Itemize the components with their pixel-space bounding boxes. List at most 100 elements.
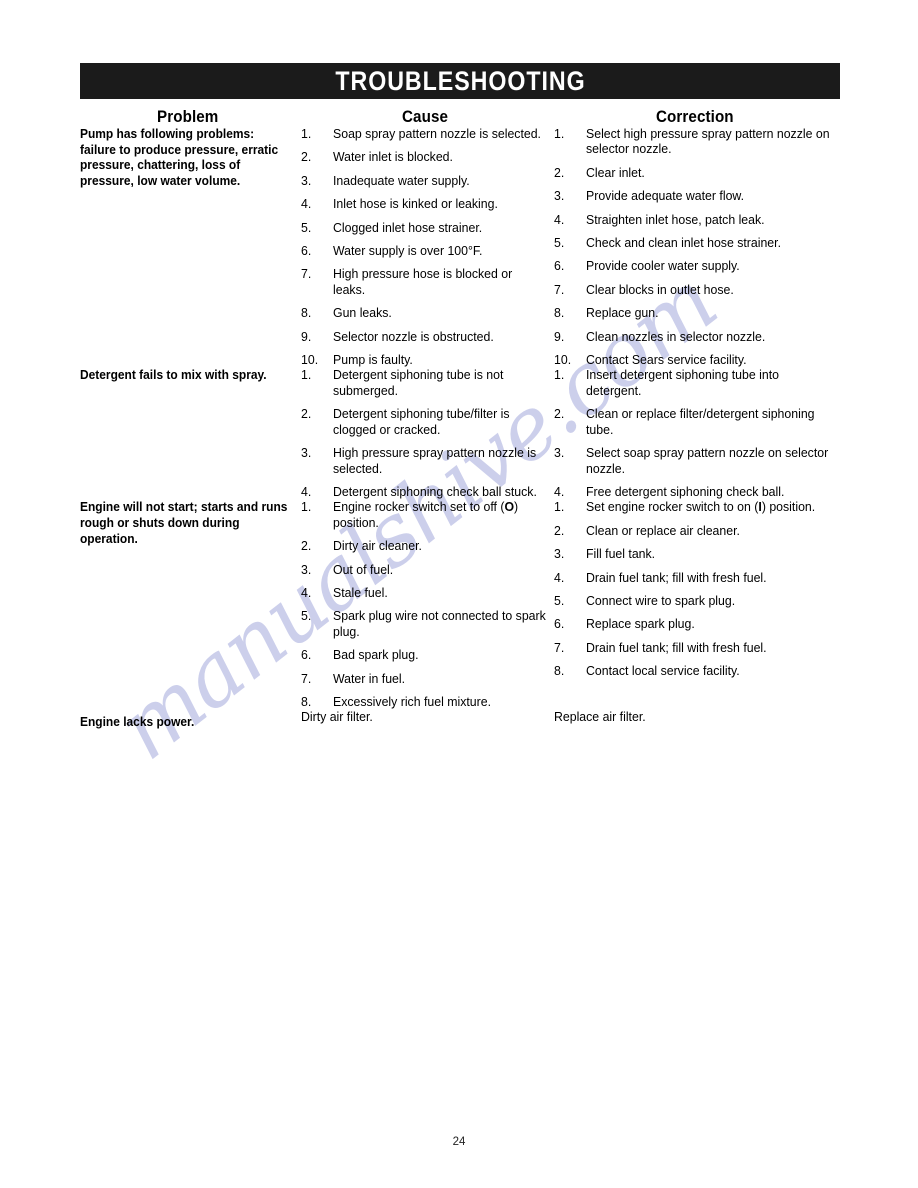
list-item-number: 1. bbox=[554, 368, 565, 383]
list-item-text: High pressure hose is blocked or leaks. bbox=[333, 267, 513, 297]
list-item: 1. Insert detergent siphoning tube into d… bbox=[554, 368, 833, 399]
list-item-text: Clean or replace filter/detergent siphon… bbox=[586, 407, 815, 437]
list-item-text: Replace spark plug. bbox=[586, 617, 695, 632]
list-item-number: 8. bbox=[301, 694, 312, 709]
list-item-text: Stale fuel. bbox=[333, 585, 388, 600]
column-header-cause-label: Cause bbox=[402, 108, 449, 126]
list-item-text: Dirty air cleaner. bbox=[333, 539, 422, 554]
list-item: 10. Pump is faulty. bbox=[301, 353, 546, 368]
list-item-text: Select high pressure spray pattern nozzl… bbox=[586, 127, 830, 157]
problem-cell: Engine lacks power. bbox=[80, 710, 301, 731]
list-item-number: 2. bbox=[554, 523, 565, 538]
list-item-text: Set engine rocker switch to on (I) posit… bbox=[586, 500, 816, 515]
cause-cell: 1. Soap spray pattern nozzle is selected.… bbox=[301, 127, 554, 368]
list-item-text: Connect wire to spark plug. bbox=[586, 593, 736, 608]
list-item: 2. Clean or replace air cleaner. bbox=[554, 524, 833, 539]
list-item-text: Drain fuel tank; fill with fresh fuel. bbox=[586, 640, 767, 655]
list-item-text: Clear blocks in outlet hose. bbox=[586, 282, 734, 297]
list-item-number: 6. bbox=[554, 617, 565, 632]
list-item-number: 4. bbox=[301, 197, 312, 212]
list-item: 1. Detergent siphoning tube is not submer… bbox=[301, 368, 546, 399]
cause-cell: 1. Detergent siphoning tube is not submer… bbox=[301, 368, 554, 500]
table-body: Pump has following problems: failure to … bbox=[80, 127, 842, 731]
list-item-number: 5. bbox=[554, 593, 565, 608]
table-row: Engine lacks power. Dirty air filter. Repl… bbox=[80, 710, 842, 731]
list-item: 7. High pressure hose is blocked or leaks… bbox=[301, 267, 546, 298]
list-item-text: Gun leaks. bbox=[333, 306, 392, 321]
list-item-text: Straighten inlet hose, patch leak. bbox=[586, 212, 765, 227]
section-title-banner: TROUBLESHOOTING bbox=[80, 63, 840, 99]
column-header-correction-label: Correction bbox=[655, 108, 734, 126]
list-item-number: 2. bbox=[301, 150, 312, 165]
list-item-number: 8. bbox=[301, 306, 312, 321]
list-item: 4. Inlet hose is kinked or leaking. bbox=[301, 197, 546, 212]
problem-cell: Pump has following problems: failure to … bbox=[80, 127, 301, 368]
list-item: 8. Excessively rich fuel mixture. bbox=[301, 695, 546, 710]
list-item-number: 1. bbox=[301, 127, 312, 141]
table-row: Pump has following problems: failure to … bbox=[80, 127, 842, 368]
list-item-text: Drain fuel tank; fill with fresh fuel. bbox=[586, 570, 767, 585]
list-item-text: Detergent siphoning tube is not submerge… bbox=[333, 368, 504, 398]
list-item-text: Fill fuel tank. bbox=[586, 547, 656, 562]
list-item-text: Clean nozzles in selector nozzle. bbox=[586, 329, 766, 344]
list-item: 6. Bad spark plug. bbox=[301, 648, 546, 663]
cause-text: Dirty air filter. bbox=[301, 710, 373, 725]
list-item-text: Contact Sears service facility. bbox=[586, 353, 747, 368]
list-item-number: 5. bbox=[301, 609, 312, 624]
list-item-number: 3. bbox=[301, 173, 312, 188]
list-item-text: High pressure spray pattern nozzle is se… bbox=[333, 446, 537, 476]
list-item-number: 2. bbox=[301, 407, 312, 422]
problem-cell: Detergent fails to mix with spray. bbox=[80, 368, 301, 500]
list-item-text: Spark plug wire not connected to spark p… bbox=[333, 609, 546, 639]
problem-text: Engine will not start; starts and runs r… bbox=[80, 500, 288, 546]
list-item-number: 4. bbox=[301, 484, 312, 499]
list-item-number: 5. bbox=[554, 236, 565, 251]
list-item-text: Pump is faulty. bbox=[333, 353, 413, 368]
list-item-number: 4. bbox=[554, 212, 565, 227]
list-item-number: 7. bbox=[301, 671, 312, 686]
list-item: 2. Detergent siphoning tube/filter is clo… bbox=[301, 407, 546, 438]
list-item: 3. Inadequate water supply. bbox=[301, 174, 546, 189]
list-item: 5. Check and clean inlet hose strainer. bbox=[554, 236, 833, 251]
cause-cell: Dirty air filter. bbox=[301, 710, 554, 731]
troubleshooting-table: Problem Cause Correction Pump has follow… bbox=[80, 108, 842, 731]
list-item-text: Check and clean inlet hose strainer. bbox=[586, 236, 781, 251]
correction-list: 1. Insert detergent siphoning tube into d… bbox=[554, 368, 842, 500]
column-header-problem-label: Problem bbox=[157, 108, 219, 126]
cause-cell: 1. Engine rocker switch set to off (O) po… bbox=[301, 500, 554, 710]
list-item-text: Detergent siphoning check ball stuck. bbox=[333, 484, 537, 499]
table-row: Detergent fails to mix with spray. 1. Dete… bbox=[80, 368, 842, 500]
list-item: 8. Replace gun. bbox=[554, 306, 833, 321]
list-item-text: Water in fuel. bbox=[333, 671, 406, 686]
correction-cell: Replace air filter. bbox=[554, 710, 842, 731]
list-item: 9. Selector nozzle is obstructed. bbox=[301, 330, 546, 345]
list-item: 3. Provide adequate water flow. bbox=[554, 189, 833, 204]
list-item: 3. Fill fuel tank. bbox=[554, 547, 833, 562]
list-item-text: Inadequate water supply. bbox=[333, 173, 470, 188]
list-item-number: 3. bbox=[301, 446, 312, 461]
list-item: 4. Detergent siphoning check ball stuck. bbox=[301, 485, 546, 500]
list-item-number: 2. bbox=[554, 407, 565, 422]
list-item-text: Out of fuel. bbox=[333, 562, 394, 577]
list-item-text: Select soap spray pattern nozzle on sele… bbox=[586, 446, 829, 476]
list-item: 7. Water in fuel. bbox=[301, 672, 546, 687]
list-item: 1. Engine rocker switch set to off (O) po… bbox=[301, 500, 546, 531]
list-item-text: Clean or replace air cleaner. bbox=[586, 523, 740, 538]
list-item: 6. Water supply is over 100°F. bbox=[301, 244, 546, 259]
list-item: 1. Soap spray pattern nozzle is selected. bbox=[301, 127, 546, 142]
cause-list: 1. Soap spray pattern nozzle is selected.… bbox=[301, 127, 554, 368]
section-title-text: TROUBLESHOOTING bbox=[334, 65, 586, 96]
list-item-number: 2. bbox=[554, 165, 565, 180]
list-item-text: Contact local service facility. bbox=[586, 664, 740, 679]
correction-cell: 1. Set engine rocker switch to on (I) pos… bbox=[554, 500, 842, 710]
list-item-text: Soap spray pattern nozzle is selected. bbox=[333, 127, 541, 141]
cause-list: 1. Engine rocker switch set to off (O) po… bbox=[301, 500, 554, 710]
list-item: 1. Select high pressure spray pattern noz… bbox=[554, 127, 833, 158]
page-number: 24 bbox=[452, 1136, 466, 1148]
list-item: 6. Replace spark plug. bbox=[554, 617, 833, 632]
list-item-text: Engine rocker switch set to off (O) posi… bbox=[333, 500, 519, 530]
list-item: 4. Straighten inlet hose, patch leak. bbox=[554, 213, 833, 228]
list-item-text: Inlet hose is kinked or leaking. bbox=[333, 197, 498, 212]
list-item-number: 1. bbox=[301, 368, 312, 383]
list-item-number: 1. bbox=[554, 500, 565, 515]
